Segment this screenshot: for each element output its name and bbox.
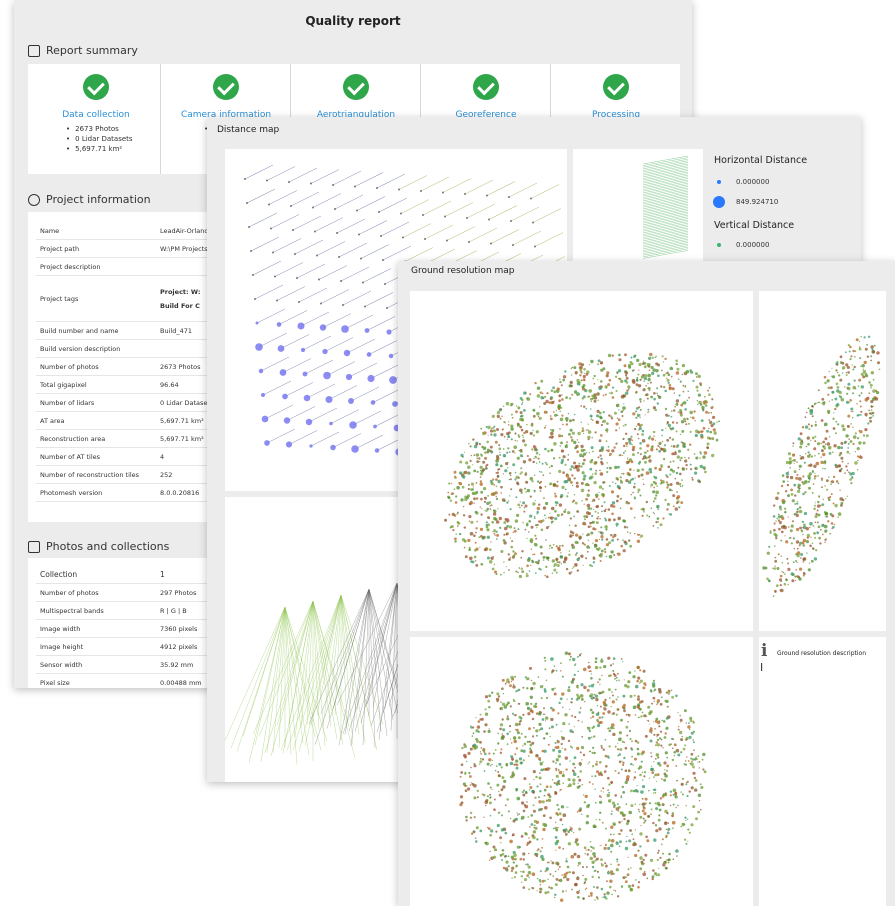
- row-key: Project tags: [36, 275, 156, 322]
- vertical-distance-title: Vertical Distance: [714, 220, 795, 231]
- step-data-collection[interactable]: Data collection: [32, 74, 160, 120]
- row-key: Number of reconstruction tiles: [36, 465, 156, 484]
- row-key: Pixel size: [36, 673, 156, 688]
- row-key: Number of lidars: [36, 393, 156, 412]
- step-label: Data collection: [62, 110, 130, 120]
- row-key: Total gigapixel: [36, 375, 156, 394]
- bullet-item: 5,697.71 km²: [66, 144, 133, 154]
- check-icon: [603, 74, 629, 100]
- text-cursor-icon: I: [760, 661, 764, 674]
- check-icon: [473, 74, 499, 100]
- step-georeference[interactable]: Georeference: [422, 74, 550, 120]
- row-key: Project path: [36, 239, 156, 258]
- data-collection-bullets: 2673 Photos 0 Lidar Datasets 5,697.71 km…: [66, 124, 133, 154]
- project-info-heading: Project information: [28, 193, 151, 206]
- project-info-label: Project information: [46, 193, 151, 206]
- photos-heading: Photos and collections: [28, 540, 169, 553]
- row-key: Photomesh version: [36, 483, 156, 502]
- check-icon: [343, 74, 369, 100]
- legend-h-max: 849.924710: [712, 195, 778, 209]
- check-icon: [213, 74, 239, 100]
- step-processing[interactable]: Processing: [552, 74, 680, 120]
- row-key: Project description: [36, 257, 156, 276]
- ground-description-label: Ground resolution description: [777, 650, 867, 657]
- report-summary-heading: Report summary: [28, 44, 138, 57]
- info-icon[interactable]: i: [761, 641, 767, 661]
- report-title: Quality report: [305, 14, 401, 28]
- row-key: Name: [36, 222, 156, 240]
- legend-label: 0.000000: [736, 178, 770, 186]
- row-key: Build number and name: [36, 321, 156, 340]
- row-key: Collection: [36, 566, 156, 584]
- ground-plot-bottom: [410, 637, 753, 906]
- ground-map-front: [459, 651, 707, 902]
- bullet-item: 2673 Photos: [66, 124, 133, 134]
- horizontal-distance-title: Horizontal Distance: [714, 155, 808, 166]
- row-key: Image width: [36, 619, 156, 638]
- legend-dot-small: [717, 180, 721, 184]
- bullet-item: 0 Lidar Datasets: [66, 134, 132, 144]
- check-icon: [83, 74, 109, 100]
- step-camera-information[interactable]: Camera information: [162, 74, 290, 120]
- ground-plot-side: [759, 291, 886, 631]
- report-summary-label: Report summary: [46, 44, 138, 57]
- row-key: Reconstruction area: [36, 429, 156, 448]
- row-key: Sensor width: [36, 655, 156, 674]
- step-aerotriangulation[interactable]: Aerotriangulation: [292, 74, 420, 120]
- row-key: Build version description: [36, 339, 156, 358]
- row-key: Number of photos: [36, 357, 156, 376]
- legend-dot-large: [713, 196, 725, 208]
- photos-label: Photos and collections: [46, 540, 170, 553]
- divider: [160, 64, 161, 174]
- row-key: Number of AT tiles: [36, 447, 156, 466]
- distance-map-title: Distance map: [217, 125, 280, 135]
- alert-icon: [28, 193, 40, 206]
- ground-plot-top: [410, 291, 753, 631]
- document-icon: [28, 44, 40, 57]
- row-key: Multispectral bands: [36, 601, 156, 620]
- row-key: Number of photos: [36, 583, 156, 602]
- ground-resolution-title: Ground resolution map: [411, 266, 515, 276]
- ground-map-side: [762, 335, 881, 597]
- legend-v-min: 0.000000: [712, 238, 769, 252]
- ground-description-panel: i Ground resolution description I: [759, 637, 886, 906]
- legend-dot-small-green: [717, 243, 721, 247]
- ground-resolution-window: Ground resolution map i Ground resolutio…: [398, 261, 895, 906]
- ground-map-top: [444, 352, 720, 598]
- camera-icon: [28, 540, 40, 553]
- legend-label: 849.924710: [736, 198, 779, 206]
- legend-h-min: 0.000000: [712, 175, 769, 189]
- row-key: Image height: [36, 637, 156, 656]
- legend-label: 0.000000: [736, 241, 770, 249]
- row-key: AT area: [36, 411, 156, 430]
